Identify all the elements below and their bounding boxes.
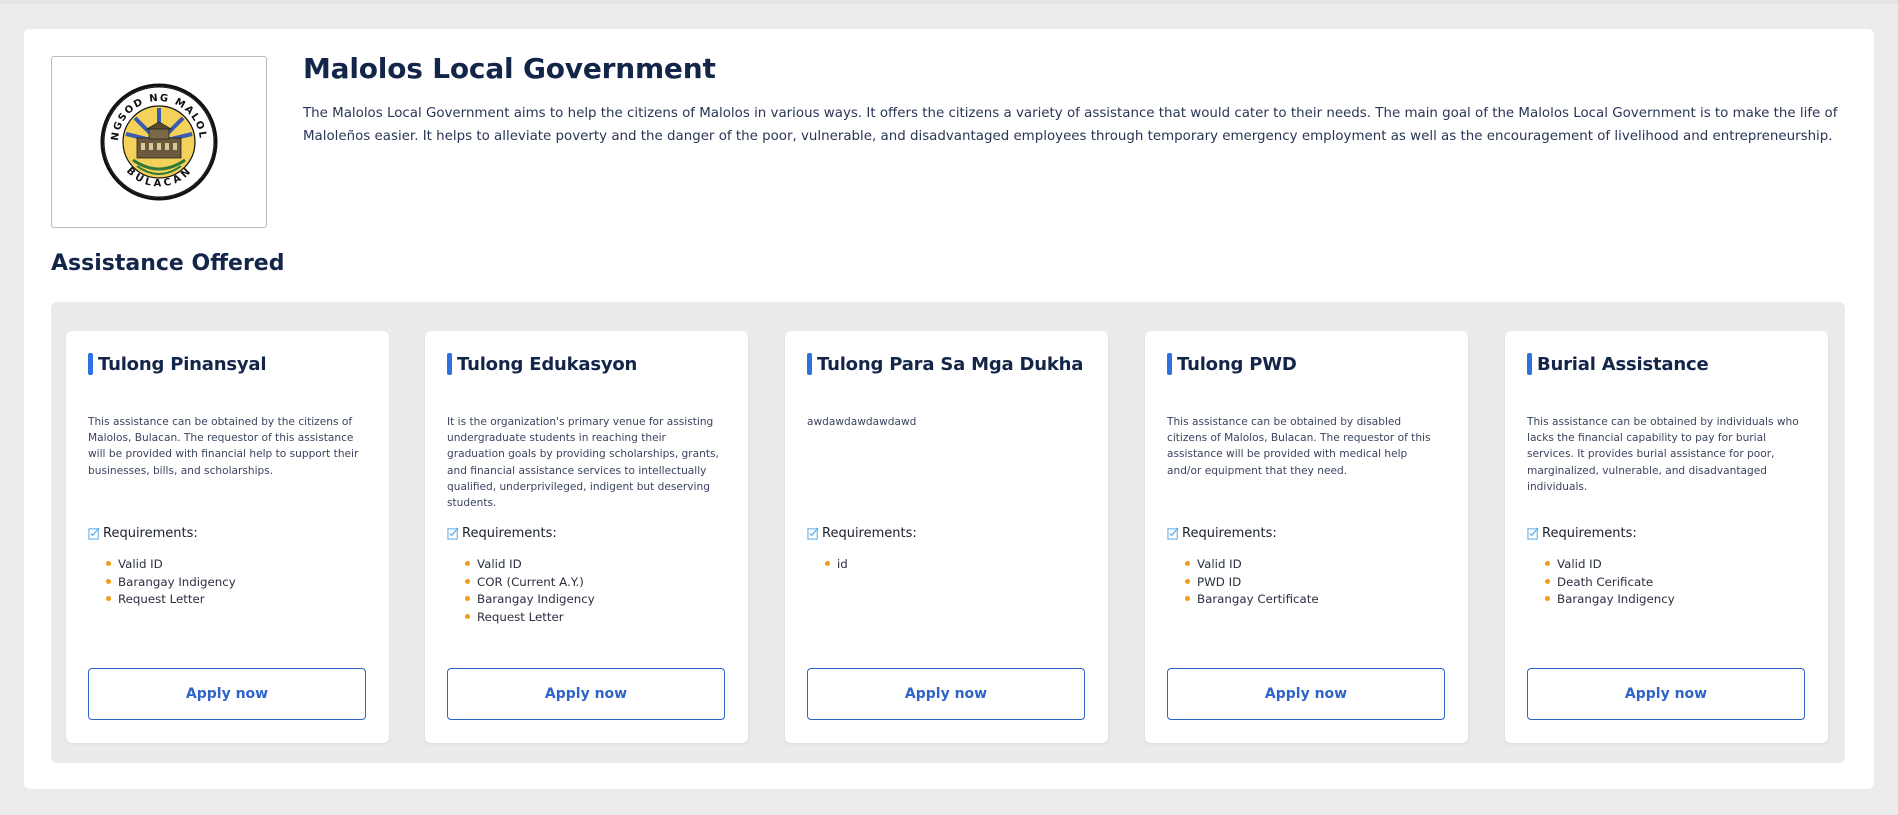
- requirement-item: Barangay Indigency: [1545, 591, 1675, 609]
- title-accent-bar: [88, 353, 93, 375]
- requirements-list: Valid ID COR (Current A.Y.) Barangay Ind…: [465, 556, 595, 626]
- requirement-item: Barangay Certificate: [1185, 591, 1319, 609]
- card-description: This assistance can be obtained by indiv…: [1527, 416, 1799, 493]
- requirements-label: Requirements:: [1542, 526, 1637, 541]
- card-description: It is the organization's primary venue f…: [447, 416, 719, 510]
- apply-now-button[interactable]: Apply now: [1167, 668, 1445, 720]
- requirement-item: Valid ID: [1545, 556, 1675, 574]
- assistance-card-tulong-edukasyon: Tulong Edukasyon It is the organization'…: [425, 331, 748, 743]
- requirements-list: Valid ID PWD ID Barangay Certificate: [1185, 556, 1319, 609]
- card-title-row: Tulong PWD: [1167, 353, 1297, 375]
- organization-description: The Malolos Local Government aims to hel…: [303, 106, 1838, 144]
- checklist-icon: [1527, 527, 1539, 540]
- requirement-item: Valid ID: [1185, 556, 1319, 574]
- requirements-header: Requirements:: [1527, 526, 1637, 541]
- requirement-item: Barangay Indigency: [106, 574, 236, 592]
- card-title: Burial Assistance: [1537, 353, 1709, 375]
- assistance-card-tulong-pwd: Tulong PWD This assistance can be obtain…: [1145, 331, 1468, 743]
- card-title: Tulong Para Sa Mga Dukha: [817, 353, 1084, 375]
- card-title: Tulong Pinansyal: [98, 353, 267, 375]
- assistance-cards-container: Tulong Pinansyal This assistance can be …: [51, 302, 1845, 763]
- requirements-header: Requirements:: [1167, 526, 1277, 541]
- requirements-list: id: [825, 556, 848, 574]
- card-title-row: Tulong Edukasyon: [447, 353, 637, 375]
- card-title-row: Tulong Para Sa Mga Dukha: [807, 353, 1083, 375]
- organization-panel: LUNGSOD NG MALOLOS BULACAN Malolos Local…: [24, 29, 1874, 789]
- requirement-item: Death Cerificate: [1545, 574, 1675, 592]
- malolos-seal-logo: LUNGSOD NG MALOLOS BULACAN: [99, 82, 218, 201]
- top-strip: [0, 0, 1898, 4]
- card-title-row: Tulong Pinansyal: [88, 353, 267, 375]
- checklist-icon: [1167, 527, 1179, 540]
- requirements-label: Requirements:: [822, 526, 917, 541]
- title-accent-bar: [447, 353, 452, 375]
- assistance-card-tulong-para-sa-mga-dukha: Tulong Para Sa Mga Dukha awdawdawdawdawd…: [785, 331, 1108, 743]
- card-title-row: Burial Assistance: [1527, 353, 1709, 375]
- title-accent-bar: [807, 353, 812, 375]
- card-description: awdawdawdawdawd: [807, 416, 917, 428]
- requirements-label: Requirements:: [103, 526, 198, 541]
- requirement-item: id: [825, 556, 848, 574]
- requirements-label: Requirements:: [1182, 526, 1277, 541]
- apply-now-button[interactable]: Apply now: [88, 668, 366, 720]
- card-description: This assistance can be obtained by the c…: [88, 416, 359, 477]
- requirement-item: Request Letter: [465, 609, 595, 627]
- requirements-label: Requirements:: [462, 526, 557, 541]
- title-accent-bar: [1527, 353, 1532, 375]
- requirements-header: Requirements:: [447, 526, 557, 541]
- requirement-item: Valid ID: [465, 556, 595, 574]
- requirements-list: Valid ID Barangay Indigency Request Lett…: [106, 556, 236, 609]
- requirements-header: Requirements:: [807, 526, 917, 541]
- checklist-icon: [807, 527, 819, 540]
- assistance-card-burial-assistance: Burial Assistance This assistance can be…: [1505, 331, 1828, 743]
- organization-title: Malolos Local Government: [303, 52, 716, 85]
- requirement-item: Request Letter: [106, 591, 236, 609]
- checklist-icon: [88, 527, 100, 540]
- requirements-header: Requirements:: [88, 526, 198, 541]
- checklist-icon: [447, 527, 459, 540]
- organization-logo-frame: LUNGSOD NG MALOLOS BULACAN: [51, 56, 267, 228]
- apply-now-button[interactable]: Apply now: [1527, 668, 1805, 720]
- assistance-section-title: Assistance Offered: [51, 251, 285, 276]
- card-title: Tulong PWD: [1177, 353, 1297, 375]
- title-accent-bar: [1167, 353, 1172, 375]
- requirement-item: COR (Current A.Y.): [465, 574, 595, 592]
- assistance-card-tulong-pinansyal: Tulong Pinansyal This assistance can be …: [66, 331, 389, 743]
- requirements-list: Valid ID Death Cerificate Barangay Indig…: [1545, 556, 1675, 609]
- apply-now-button[interactable]: Apply now: [447, 668, 725, 720]
- requirement-item: Valid ID: [106, 556, 236, 574]
- requirement-item: Barangay Indigency: [465, 591, 595, 609]
- card-title: Tulong Edukasyon: [457, 353, 638, 375]
- card-description: This assistance can be obtained by disab…: [1167, 416, 1431, 477]
- requirement-item: PWD ID: [1185, 574, 1319, 592]
- apply-now-button[interactable]: Apply now: [807, 668, 1085, 720]
